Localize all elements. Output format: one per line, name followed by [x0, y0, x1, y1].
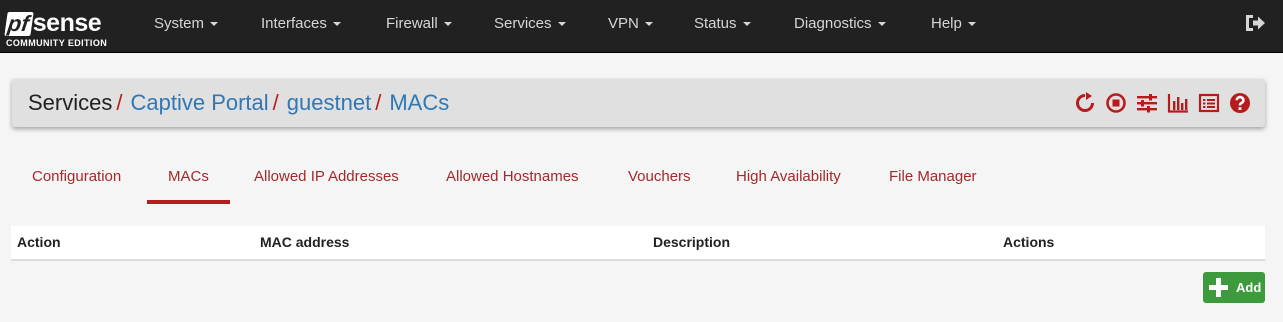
breadcrumb-separator: /	[116, 90, 123, 115]
breadcrumb-services: Services	[28, 90, 113, 115]
chevron-down-icon	[877, 22, 886, 26]
column-header-actions: Actions	[1003, 234, 1055, 250]
settings-sliders-icon[interactable]	[1136, 92, 1158, 114]
nav-diagnostics[interactable]: Diagnostics	[794, 0, 886, 48]
nav-interfaces-label: Interfaces	[261, 15, 327, 32]
add-button-label: Add	[1236, 280, 1262, 295]
nav-services-label: Services	[494, 15, 552, 32]
nav-vpn-label: VPN	[608, 15, 639, 32]
nav-vpn[interactable]: VPN	[608, 0, 653, 48]
chevron-down-icon	[967, 22, 976, 26]
nav-interfaces[interactable]: Interfaces	[261, 0, 341, 48]
nav-help-label: Help	[931, 15, 962, 32]
chevron-down-icon	[644, 22, 653, 26]
nav-status[interactable]: Status	[694, 0, 751, 48]
help-circle-icon[interactable]	[1229, 92, 1251, 114]
plus-icon	[1209, 278, 1228, 297]
breadcrumb-separator: /	[272, 90, 279, 115]
tab-file-manager[interactable]: File Manager	[889, 160, 977, 204]
list-log-icon[interactable]	[1198, 92, 1220, 114]
chevron-down-icon	[332, 22, 341, 26]
stop-icon[interactable]	[1105, 92, 1127, 114]
breadcrumb-separator: /	[375, 90, 382, 115]
nav-diagnostics-label: Diagnostics	[794, 15, 872, 32]
column-header-action: Action	[17, 234, 61, 250]
nav-firewall-label: Firewall	[386, 15, 438, 32]
restart-icon[interactable]	[1074, 92, 1096, 114]
column-header-mac-address: MAC address	[260, 234, 350, 250]
breadcrumb-macs[interactable]: MACs	[389, 90, 449, 115]
tab-vouchers[interactable]: Vouchers	[628, 160, 691, 204]
tab-high-availability[interactable]: High Availability	[736, 160, 841, 204]
add-button[interactable]: Add	[1203, 272, 1265, 303]
nav-services[interactable]: Services	[494, 0, 566, 48]
column-header-description: Description	[653, 234, 731, 250]
nav-system[interactable]: System	[154, 0, 219, 48]
pfsense-logo[interactable]: pf sense COMMUNITY EDITION	[4, 6, 124, 50]
breadcrumb-captive-portal[interactable]: Captive Portal	[130, 90, 268, 115]
tab-allowed-ip-addresses[interactable]: Allowed IP Addresses	[254, 160, 399, 204]
nav-system-label: System	[154, 15, 205, 32]
mac-table-header: Action MAC address Description Actions	[11, 226, 1265, 261]
chevron-down-icon	[443, 22, 452, 26]
breadcrumb-panel: Services / Captive Portal / guestnet / MACs	[12, 79, 1265, 127]
breadcrumb-actions	[1074, 92, 1251, 114]
nav-status-label: Status	[694, 15, 737, 32]
nav-help[interactable]: Help	[931, 0, 976, 48]
chevron-down-icon	[742, 22, 751, 26]
tab-macs[interactable]: MACs	[147, 160, 230, 204]
logo-name: sense	[32, 9, 102, 37]
sign-out-icon[interactable]	[1244, 13, 1266, 33]
tab-configuration[interactable]: Configuration	[32, 160, 121, 204]
bar-chart-icon[interactable]	[1167, 92, 1189, 114]
logo-edition: COMMUNITY EDITION	[6, 38, 108, 48]
logo-prefix: pf	[4, 11, 34, 36]
nav-firewall[interactable]: Firewall	[386, 0, 452, 48]
breadcrumb: Services / Captive Portal / guestnet / MACs	[28, 79, 449, 127]
tab-allowed-hostnames[interactable]: Allowed Hostnames	[446, 160, 579, 204]
breadcrumb-zone[interactable]: guestnet	[287, 90, 371, 115]
chevron-down-icon	[557, 22, 566, 26]
chevron-down-icon	[210, 22, 219, 26]
top-navbar: pf sense COMMUNITY EDITION System Interfa…	[0, 0, 1283, 53]
